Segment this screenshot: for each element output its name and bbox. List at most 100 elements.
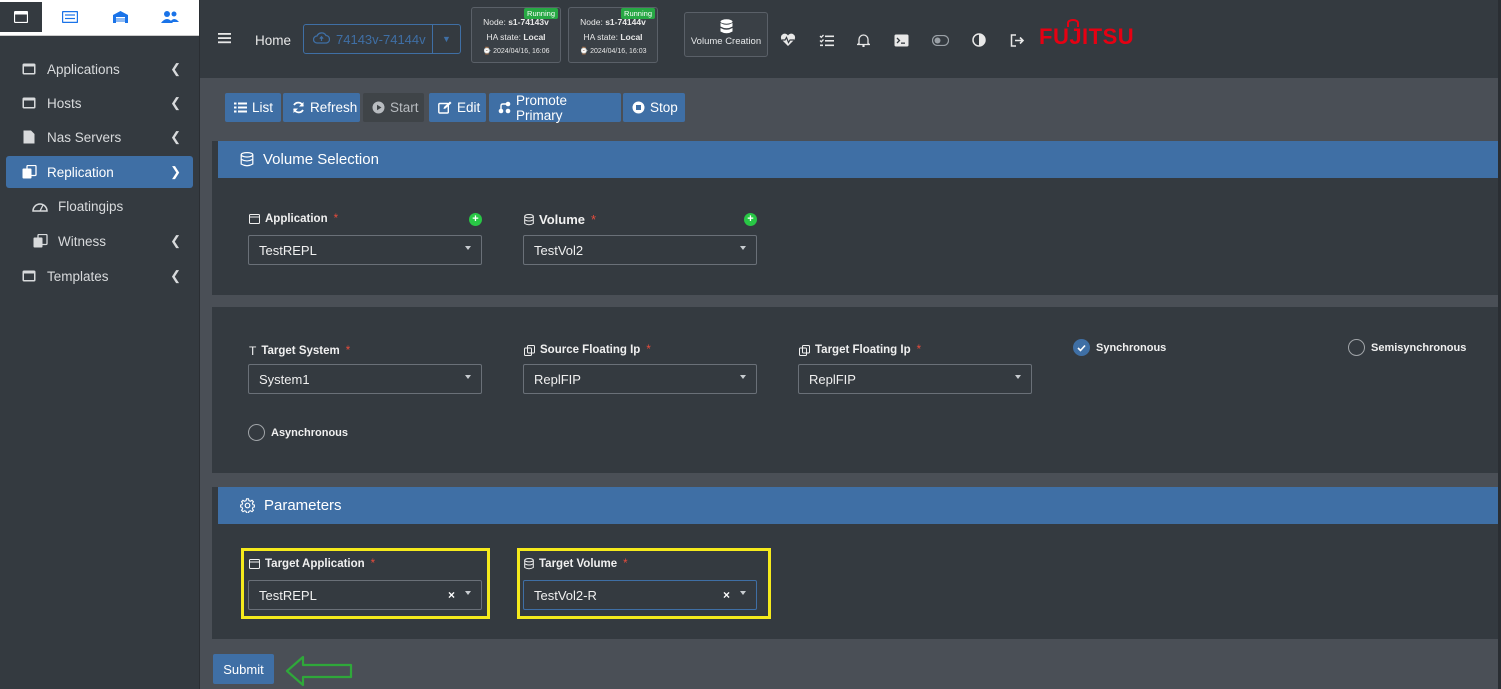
node-prefix: Node: (483, 17, 509, 27)
submit-button[interactable]: Submit (213, 654, 274, 684)
sidebar-item-label: Replication (47, 164, 114, 180)
chevron-left-icon: ❮ (170, 95, 181, 110)
required-mark: * (333, 213, 339, 225)
node-prefix: Node: (580, 17, 606, 27)
hamburger-icon[interactable] (218, 32, 231, 47)
database-icon (240, 152, 254, 167)
chevron-left-icon: ❮ (170, 61, 181, 76)
sidebar-tab-server[interactable] (49, 2, 91, 32)
sidebar-item-floatingips[interactable]: Floatingips (6, 190, 193, 222)
status-badge: Running (524, 8, 558, 19)
volume-label-text: Volume (539, 212, 585, 227)
sidebar-tab-apps[interactable] (0, 2, 42, 32)
radio-empty-icon (248, 424, 265, 441)
stop-icon (632, 101, 645, 114)
promote-icon (498, 101, 511, 114)
sidebar-item-label: Witness (58, 233, 107, 249)
target-system-label: T Target System * (249, 344, 350, 358)
source-floating-ip-label-text: Source Floating Ip (540, 344, 641, 356)
panel-title: Parameters (264, 497, 342, 514)
ha-state: Local (620, 32, 643, 42)
replication-settings-panel: T Target System * System1 Source Floating… (212, 307, 1501, 473)
copy-icon (799, 344, 810, 356)
sidebar-item-label: Templates (47, 268, 109, 284)
target-floating-ip-select[interactable]: ReplFIP (798, 364, 1032, 394)
list-icon (234, 102, 247, 113)
chevron-down-icon: ❯ (170, 164, 181, 179)
stop-button[interactable]: Stop (623, 93, 685, 122)
mode-synchronous-label: Synchronous (1096, 341, 1167, 354)
copy-icon (21, 165, 37, 179)
volume-select[interactable]: TestVol2 (523, 235, 757, 265)
refresh-button-label: Refresh (310, 100, 358, 115)
edit-icon (438, 101, 452, 114)
list-button[interactable]: List (225, 93, 281, 122)
sidebar-item-applications[interactable]: Applications ❮ (6, 53, 193, 85)
heartbeat-icon[interactable] (779, 31, 797, 49)
target-system-label-text: Target System (261, 345, 340, 357)
bell-icon[interactable] (854, 31, 872, 49)
copy-icon (32, 234, 48, 248)
gear-icon (240, 498, 255, 513)
volume-selection-header: Volume Selection (218, 141, 1501, 178)
logout-icon[interactable] (1008, 31, 1026, 49)
toggle-icon[interactable] (931, 31, 949, 49)
volume-creation-label: Volume Creation (690, 36, 762, 47)
users-icon (161, 11, 179, 23)
required-mark: * (646, 344, 651, 356)
volume-select-value: TestVol2 (534, 242, 584, 258)
tasks-icon[interactable] (817, 31, 835, 49)
add-application-icon[interactable]: + (469, 213, 482, 226)
application-select[interactable]: TestREPL (248, 235, 482, 265)
mode-synchronous-radio[interactable]: Synchronous (1073, 339, 1166, 356)
mode-asynchronous-label: Asynchronous (271, 426, 349, 439)
cloud-upload-icon (312, 31, 331, 47)
volume-creation-button[interactable]: Volume Creation (684, 12, 768, 57)
sidebar-item-nas-servers[interactable]: Nas Servers ❮ (6, 121, 193, 153)
topbar: Home 74143v-74144v ▼ Running Node: s1-74… (200, 0, 1501, 78)
caret-down-icon (740, 375, 746, 379)
node-timestamp: ⌚ 2024/04/16, 16:06 (482, 48, 550, 55)
required-mark: * (591, 212, 597, 227)
target-floating-ip-label-text: Target Floating Ip (815, 344, 911, 356)
sidebar-item-replication[interactable]: Replication ❯ (6, 156, 193, 188)
start-button[interactable]: Start (363, 93, 424, 122)
add-volume-icon[interactable]: + (744, 213, 757, 226)
text-icon: T (249, 344, 257, 358)
source-floating-ip-select-value: ReplFIP (534, 371, 581, 387)
sidebar-item-witness[interactable]: Witness ❮ (6, 225, 193, 257)
ha-prefix: HA state: (583, 32, 621, 42)
system-select[interactable]: 74143v-74144v ▼ (303, 24, 461, 54)
required-mark: * (916, 344, 922, 356)
chevron-left-icon: ❮ (170, 129, 181, 144)
contrast-icon[interactable] (970, 31, 988, 49)
ha-prefix: HA state: (486, 32, 524, 42)
caret-down-icon (1015, 375, 1021, 379)
target-system-select[interactable]: System1 (248, 364, 482, 394)
sidebar-item-label: Floatingips (58, 198, 124, 214)
promote-primary-button[interactable]: Promote Primary (489, 92, 621, 123)
sidebar-item-hosts[interactable]: Hosts ❮ (6, 87, 193, 119)
status-badge: Running (621, 8, 655, 19)
promote-primary-button-label: Promote Primary (516, 92, 568, 123)
volume-label: Volume * (524, 212, 596, 227)
sidebar-item-templates[interactable]: Templates ❮ (6, 260, 193, 292)
caret-down-icon (465, 375, 471, 379)
terminal-icon[interactable] (892, 31, 910, 49)
sidebar-tab-warehouse[interactable] (99, 2, 141, 32)
mode-semisynchronous-radio[interactable]: Semisynchronous (1348, 339, 1466, 356)
highlight-target-volume (517, 548, 771, 619)
volume-selection-panel: Volume Selection Application * + TestREPL… (212, 141, 1501, 295)
required-mark: * (345, 345, 351, 357)
edit-button[interactable]: Edit (429, 93, 486, 122)
refresh-button[interactable]: Refresh (283, 93, 360, 122)
system-select-value: 74143v-74144v (336, 31, 426, 47)
ha-state: Local (523, 32, 546, 42)
home-link[interactable]: Home (255, 33, 291, 48)
sidebar: Applications ❮ Hosts ❮ Nas Servers ❮ Rep… (0, 0, 200, 689)
gauge-icon (32, 199, 48, 213)
parameters-header: Parameters (218, 487, 1501, 524)
source-floating-ip-select[interactable]: ReplFIP (523, 364, 757, 394)
sidebar-tab-users[interactable] (149, 2, 191, 32)
mode-asynchronous-radio[interactable]: Asynchronous (248, 424, 348, 441)
